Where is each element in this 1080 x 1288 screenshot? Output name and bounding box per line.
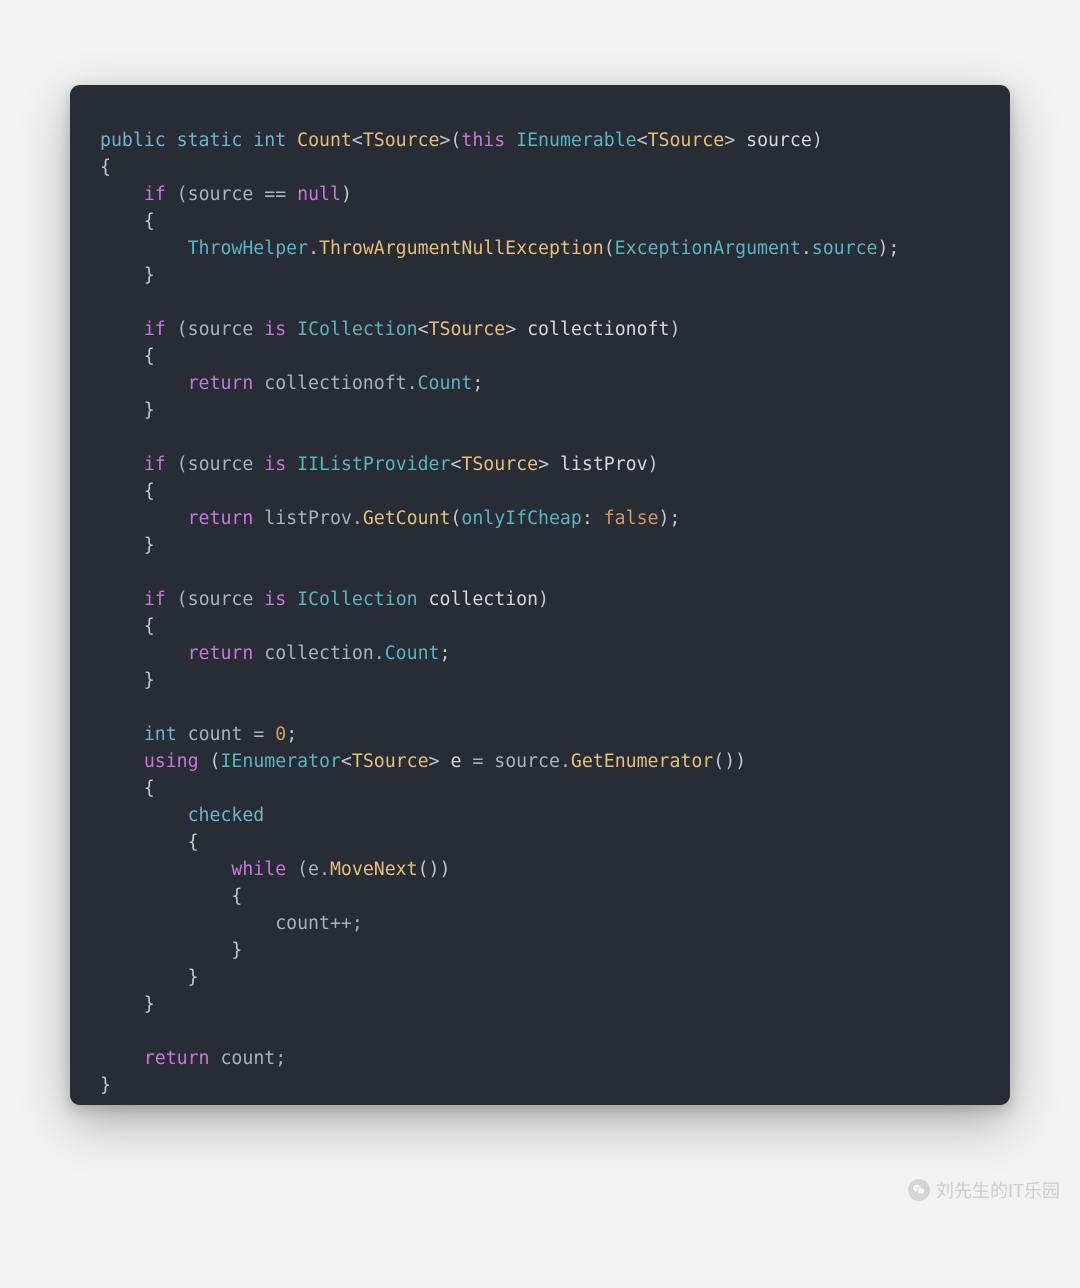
type-icollection: ICollection [297,589,417,610]
type-exceptionargument: ExceptionArgument [615,238,801,259]
tok-using: using [144,751,199,772]
tok-int: int [253,130,286,151]
tok-static: static [177,130,243,151]
tok-this: this [461,130,505,151]
prop-count: Count [418,373,473,394]
var-collectionoft: collectionoft [527,319,669,340]
method-name: Count [297,130,352,151]
tok-checked: checked [188,805,265,826]
type-ienumerable: IEnumerable [516,130,636,151]
type-iilistprovider: IIListProvider [297,454,450,475]
var-e: e [450,751,461,772]
call-getenumerator: GetEnumerator [571,751,713,772]
type-throwhelper: ThrowHelper [188,238,308,259]
call-getcount: GetCount [363,508,451,529]
watermark: 刘先生的IT乐园 [908,1177,1060,1203]
tok-while: while [231,859,286,880]
code-block: public static int Count<TSource>(this IE… [100,127,980,1099]
tok-null: null [297,184,341,205]
call-throwargnull: ThrowArgumentNullException [319,238,604,259]
tok-if: if [144,184,166,205]
tok-false: false [604,508,659,529]
tok-return: return [188,373,254,394]
named-onlyifcheap: onlyIfCheap [461,508,581,529]
tok-is: is [264,319,286,340]
type-icollection-generic: ICollection [297,319,417,340]
type-param: TSource [363,130,440,151]
return-count: count; [210,1048,287,1069]
wechat-icon [908,1179,930,1201]
code-card: public static int Count<TSource>(this IE… [70,85,1010,1105]
stmt-count-inc: count++; [100,913,363,934]
call-movenext: MoveNext [330,859,418,880]
var-collection: collection [429,589,539,610]
enum-source: source [812,238,878,259]
literal-zero: 0 [275,724,286,745]
tok-public: public [100,130,166,151]
watermark-text: 刘先生的IT乐园 [936,1177,1060,1203]
type-ienumerator: IEnumerator [220,751,340,772]
param-source: source [746,130,812,151]
var-listprov: listProv [560,454,648,475]
